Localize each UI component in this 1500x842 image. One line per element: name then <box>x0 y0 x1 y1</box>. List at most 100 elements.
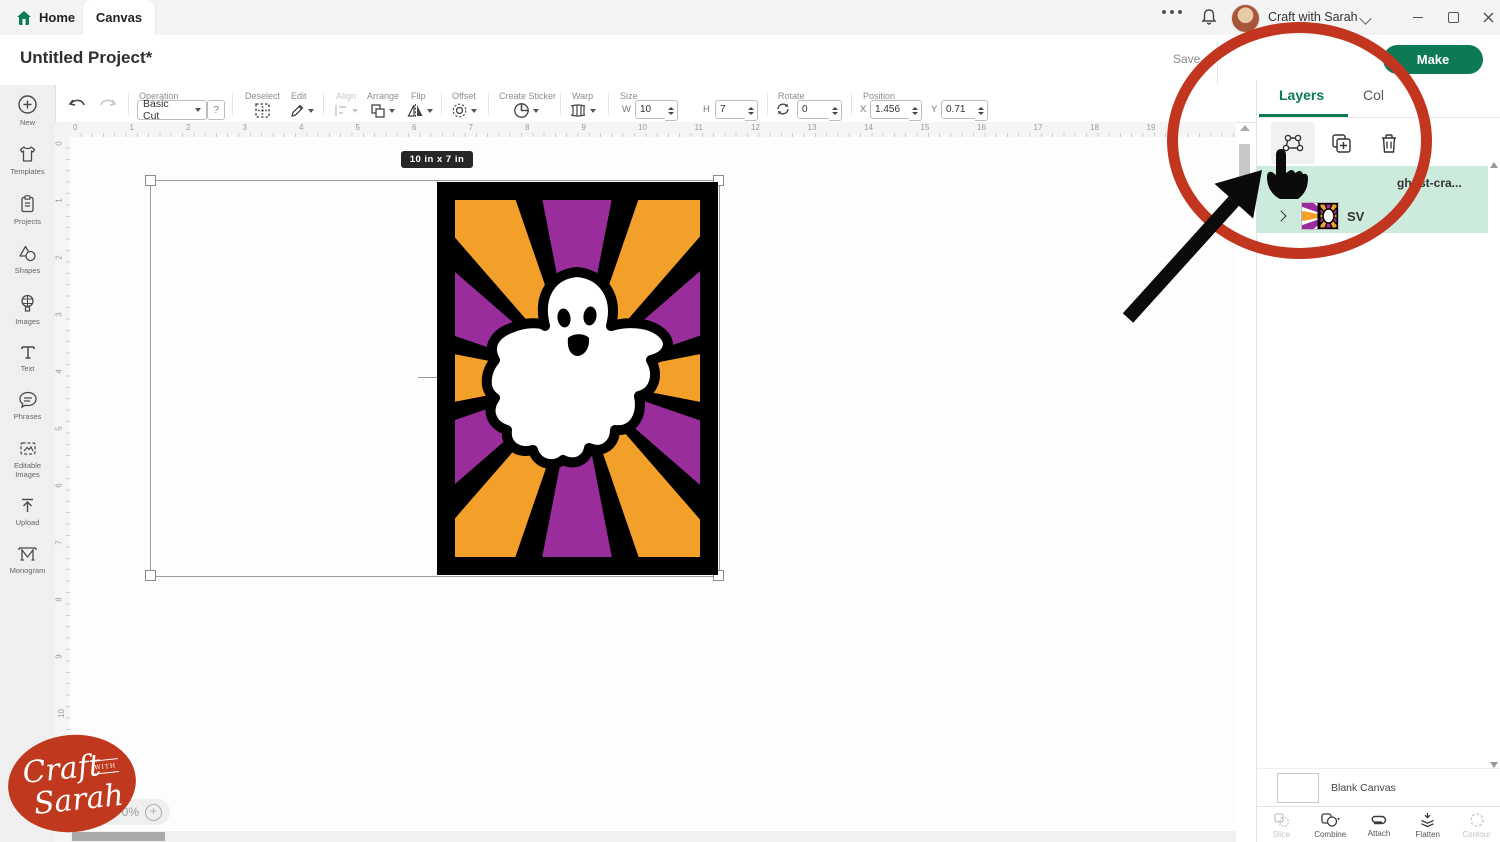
rotate-input[interactable]: 0 <box>797 100 833 119</box>
sidebar-item-phrases[interactable]: Phrases <box>0 381 55 429</box>
ruler-corner <box>55 122 71 138</box>
monogram-icon <box>17 545 38 563</box>
flip-label: Flip <box>411 91 426 101</box>
text-icon <box>19 343 37 361</box>
delete-button[interactable] <box>1367 122 1411 164</box>
home-tab[interactable]: Home <box>16 0 75 35</box>
sidebar-item-shapes[interactable]: Shapes <box>0 234 55 283</box>
window-close-button[interactable] <box>1473 0 1500 35</box>
operation-help-button[interactable]: ? <box>207 100 225 120</box>
canvas-tab[interactable]: Canvas <box>83 0 155 35</box>
make-button[interactable]: Make <box>1383 45 1483 74</box>
height-input[interactable]: 7 <box>715 100 749 119</box>
y-input[interactable]: 0.71 <box>941 100 979 119</box>
flatten-icon <box>1419 812 1436 828</box>
sidebar-label: Shapes <box>4 266 52 275</box>
panel-scroll-up-icon[interactable] <box>1490 162 1498 168</box>
sidebar-item-templates[interactable]: Templates <box>0 135 55 184</box>
operation-select[interactable]: Basic Cut <box>137 100 207 120</box>
flip-menu[interactable] <box>407 102 433 120</box>
width-input[interactable]: 10 <box>635 100 669 119</box>
sidebar-item-upload[interactable]: Upload <box>0 487 55 535</box>
ungroup-button[interactable] <box>1271 122 1315 164</box>
rotate-stepper[interactable] <box>829 100 842 121</box>
attach-button[interactable]: Attach <box>1355 807 1404 842</box>
canvas-vertical-scrollbar[interactable] <box>1238 122 1252 830</box>
contour-label: Contour <box>1462 830 1490 839</box>
sidebar-item-projects[interactable]: Projects <box>0 185 55 234</box>
combine-label: Combine <box>1314 830 1346 839</box>
blank-canvas-thumbnail <box>1277 773 1319 803</box>
project-title[interactable]: Untitled Project* <box>20 48 152 68</box>
layer-row-svg[interactable]: SV <box>1257 199 1488 233</box>
sidebar-item-new[interactable]: New <box>0 85 55 135</box>
sidebar-item-editable-images[interactable]: Editable Images <box>0 430 55 488</box>
tab-color-sync[interactable]: Col <box>1363 87 1384 103</box>
top-tab-bar: Home Canvas Craft with Sarah <box>0 0 1500 35</box>
selection-handle-top-left[interactable] <box>145 175 156 186</box>
scrollbar-thumb[interactable] <box>1239 144 1250 207</box>
save-button[interactable]: Save <box>1173 52 1200 66</box>
attach-icon <box>1369 813 1388 827</box>
height-value: 7 <box>720 104 726 115</box>
deselect-icon[interactable] <box>254 102 271 119</box>
undo-icon[interactable] <box>68 97 88 113</box>
notifications-bell-icon[interactable] <box>1200 8 1218 26</box>
sidebar-item-images[interactable]: Images <box>0 284 55 334</box>
warp-menu[interactable] <box>569 102 596 120</box>
home-icon <box>16 10 32 26</box>
sidebar-label: Projects <box>4 217 52 226</box>
arrange-menu[interactable] <box>370 102 395 120</box>
account-name[interactable]: Craft with Sarah <box>1268 10 1358 24</box>
blank-canvas-row[interactable]: Blank Canvas <box>1257 768 1500 807</box>
zoom-in-icon[interactable]: + <box>145 804 162 821</box>
rotate-value: 0 <box>802 104 808 115</box>
sidebar-label: Monogram <box>4 566 52 575</box>
create-sticker-menu[interactable] <box>513 102 539 120</box>
size-badge-label: 10 in x 7 in <box>410 154 465 165</box>
ghost-design-image[interactable] <box>437 182 718 575</box>
align-menu[interactable] <box>334 102 358 120</box>
home-label: Home <box>39 10 75 25</box>
x-input[interactable]: 1.456 <box>870 100 913 119</box>
y-stepper[interactable] <box>975 100 988 121</box>
scrollbar-thumb[interactable] <box>72 832 165 841</box>
edit-menu[interactable] <box>289 102 314 120</box>
tab-layers[interactable]: Layers <box>1279 87 1324 103</box>
attach-label: Attach <box>1368 829 1391 838</box>
edit-toolbar: Operation Basic Cut ? Deselect Edit Alig… <box>55 85 1256 123</box>
width-stepper[interactable] <box>665 100 678 121</box>
selection-handle-bottom-left[interactable] <box>145 570 156 581</box>
more-menu-icon[interactable] <box>1162 10 1182 14</box>
combine-button[interactable]: Combine <box>1306 807 1355 842</box>
account-chevron-down-icon[interactable] <box>1359 12 1371 24</box>
redo-icon[interactable] <box>97 97 117 113</box>
offset-menu[interactable] <box>451 102 477 120</box>
contour-button[interactable]: Contour <box>1452 807 1500 842</box>
blank-canvas-label: Blank Canvas <box>1331 782 1396 794</box>
width-value: 10 <box>640 104 651 115</box>
contour-icon <box>1469 812 1485 828</box>
canvas-horizontal-scrollbar[interactable] <box>70 831 1236 842</box>
user-avatar[interactable] <box>1231 4 1260 33</box>
height-stepper[interactable] <box>745 100 758 121</box>
create-sticker-icon <box>513 102 530 119</box>
layer-actions-row <box>1257 122 1500 165</box>
layer-row-group[interactable]: ghost-cra... <box>1257 166 1488 199</box>
expand-chevron-icon[interactable] <box>1275 210 1286 221</box>
sidebar-item-text[interactable]: Text <box>0 334 55 381</box>
rotate-icon[interactable] <box>775 101 791 117</box>
duplicate-button[interactable] <box>1319 122 1363 164</box>
window-minimize-button[interactable] <box>1403 0 1433 35</box>
slice-button[interactable]: Slice <box>1257 807 1306 842</box>
window-maximize-button[interactable] <box>1438 0 1468 35</box>
scroll-up-icon[interactable] <box>1240 125 1250 131</box>
horizontal-ruler: 012345678910111213141516171819 <box>70 122 1236 138</box>
sidebar-label: Editable Images <box>4 461 52 480</box>
flatten-button[interactable]: Flatten <box>1403 807 1452 842</box>
sidebar-item-monogram[interactable]: Monogram <box>0 536 55 583</box>
editable-images-icon <box>18 439 38 458</box>
ungroup-icon <box>1281 131 1305 155</box>
offset-icon <box>451 102 468 119</box>
x-stepper[interactable] <box>909 100 922 121</box>
